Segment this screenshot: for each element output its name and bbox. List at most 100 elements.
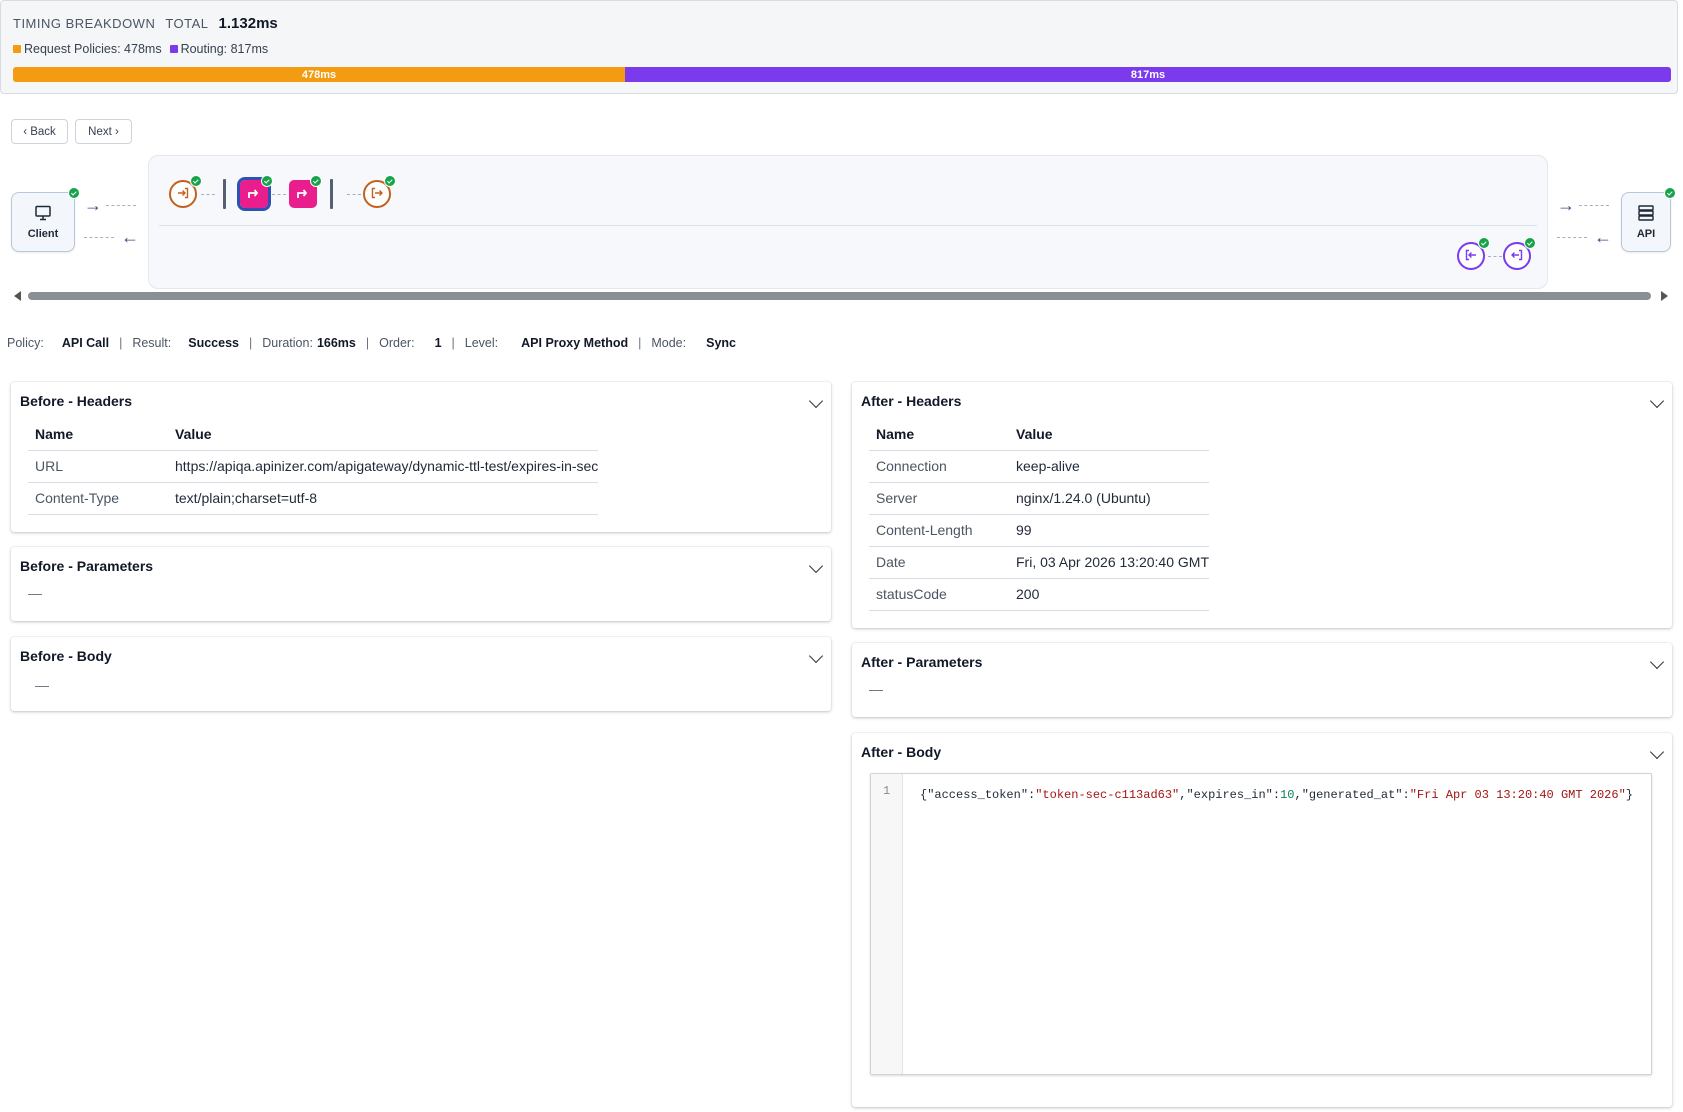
check-icon <box>384 175 396 187</box>
connector-dash <box>1579 205 1609 206</box>
timing-total-value: 1.132ms <box>219 15 278 32</box>
header-value: text/plain;charset=utf-8 <box>168 482 598 514</box>
header-name: Content-Type <box>28 482 168 514</box>
section-separator <box>223 179 226 209</box>
timing-breakdown-panel: TIMING BREAKDOWN TOTAL 1.132ms Request P… <box>0 0 1678 94</box>
empty-placeholder: — <box>28 585 42 601</box>
table-row: statusCode 200 <box>869 578 1209 610</box>
route-policy-selected[interactable] <box>240 180 268 208</box>
chevron-down-icon[interactable] <box>809 394 823 408</box>
route-icon <box>295 185 311 204</box>
check-icon <box>68 187 80 199</box>
duration-value: 166ms <box>317 336 356 350</box>
policy-pipeline <box>148 155 1548 289</box>
header-value: https://apiqa.apinizer.com/apigateway/dy… <box>168 450 598 482</box>
header-value: Fri, 03 Apr 2026 13:20:40 GMT <box>1009 546 1209 578</box>
client-node[interactable]: Client <box>11 192 75 252</box>
request-exit-policy[interactable] <box>363 180 391 208</box>
scroll-right-arrow[interactable] <box>1661 291 1668 301</box>
arrow-right-icon: → <box>1557 196 1575 214</box>
connector-dash <box>1557 237 1587 238</box>
route-icon <box>246 185 262 204</box>
chevron-down-icon[interactable] <box>809 559 823 573</box>
after-parameters-card: After - Parameters — <box>852 643 1672 717</box>
separator: | <box>638 336 641 350</box>
header-value: 99 <box>1009 514 1209 546</box>
json-token: , <box>1295 788 1302 802</box>
order-value: 1 <box>435 336 442 350</box>
result-key: Result: <box>132 336 171 350</box>
timing-title-label: TIMING BREAKDOWN <box>13 16 155 31</box>
order-key: Order: <box>379 336 414 350</box>
header-name: Server <box>869 482 1009 514</box>
table-header-row: Name Value <box>869 418 1209 450</box>
scroll-left-arrow[interactable] <box>14 291 21 301</box>
empty-placeholder: — <box>869 681 883 697</box>
pipeline-divider <box>159 225 1537 226</box>
arrow-right-icon: → <box>84 196 102 214</box>
before-parameters-card: Before - Parameters — <box>11 547 831 621</box>
legend-label: Routing: 817ms <box>181 42 269 56</box>
after-body-title: After - Body <box>861 744 941 760</box>
json-token: "access_token" <box>927 788 1028 802</box>
connector-dash <box>272 194 286 195</box>
before-parameters-title: Before - Parameters <box>20 558 153 574</box>
chevron-down-icon[interactable] <box>1650 655 1664 669</box>
header-name: URL <box>28 450 168 482</box>
json-token: } <box>1626 788 1633 802</box>
connector-dash <box>201 194 215 195</box>
timing-bar: 478ms 817ms <box>13 67 1671 82</box>
header-name: statusCode <box>869 578 1009 610</box>
header-name: Date <box>869 546 1009 578</box>
table-row: Content-Type text/plain;charset=utf-8 <box>28 482 598 514</box>
check-icon <box>1478 237 1490 249</box>
policy-value: API Call <box>62 336 109 350</box>
json-number-token: 10 <box>1280 788 1294 802</box>
route-policy[interactable] <box>289 180 317 208</box>
api-node[interactable]: API <box>1621 192 1671 252</box>
back-button[interactable]: ‹ Back <box>11 119 68 144</box>
check-icon <box>1664 187 1676 199</box>
timing-segment-request-policies[interactable]: 478ms <box>13 67 625 82</box>
code-content[interactable]: {"access_token":"token-sec-c113ad63","ex… <box>920 786 1640 805</box>
policy-info-row: Policy: API Call | Result: Success | Dur… <box>7 336 736 350</box>
policy-key: Policy: <box>7 336 44 350</box>
connector-dash <box>84 237 114 238</box>
next-button[interactable]: Next › <box>75 119 132 144</box>
before-headers-title: Before - Headers <box>20 393 132 409</box>
json-string-token: "token-sec-c113ad63" <box>1035 788 1179 802</box>
check-icon <box>310 175 322 187</box>
policy-exit-icon <box>370 186 384 203</box>
json-token: "generated_at" <box>1302 788 1403 802</box>
arrow-left-icon: ← <box>121 228 139 246</box>
api-label: API <box>1637 228 1655 240</box>
chevron-down-icon[interactable] <box>809 649 823 663</box>
header-value: keep-alive <box>1009 450 1209 482</box>
header-value: 200 <box>1009 578 1209 610</box>
table-row: URL https://apiqa.apinizer.com/apigatewa… <box>28 450 598 482</box>
chevron-down-icon[interactable] <box>1650 745 1664 759</box>
check-icon <box>190 175 202 187</box>
response-entry-policy[interactable] <box>1457 242 1485 270</box>
before-headers-card: Before - Headers Name Value URL https://… <box>11 382 831 532</box>
client-label: Client <box>28 228 59 240</box>
horizontal-scrollbar-thumb[interactable] <box>28 292 1651 300</box>
legend-item-routing: Routing: 817ms <box>170 42 269 56</box>
connector-dash <box>347 194 361 195</box>
code-editor[interactable]: 1 {"access_token":"token-sec-c113ad63","… <box>870 773 1652 1075</box>
table-row: Server nginx/1.24.0 (Ubuntu) <box>869 482 1209 514</box>
table-row: Date Fri, 03 Apr 2026 13:20:40 GMT <box>869 546 1209 578</box>
timing-segment-routing[interactable]: 817ms <box>625 67 1671 82</box>
chevron-down-icon[interactable] <box>1650 394 1664 408</box>
policy-entry-icon <box>1464 248 1478 265</box>
separator: | <box>249 336 252 350</box>
header-name: Connection <box>869 450 1009 482</box>
section-separator <box>330 179 333 209</box>
timing-total-label: TOTAL <box>165 16 208 31</box>
request-entry-policy[interactable] <box>169 180 197 208</box>
result-value: Success <box>188 336 239 350</box>
response-exit-policy[interactable] <box>1503 242 1531 270</box>
policy-exit-icon <box>1510 248 1524 265</box>
header-value: nginx/1.24.0 (Ubuntu) <box>1009 482 1209 514</box>
connector-dash <box>1488 256 1502 257</box>
